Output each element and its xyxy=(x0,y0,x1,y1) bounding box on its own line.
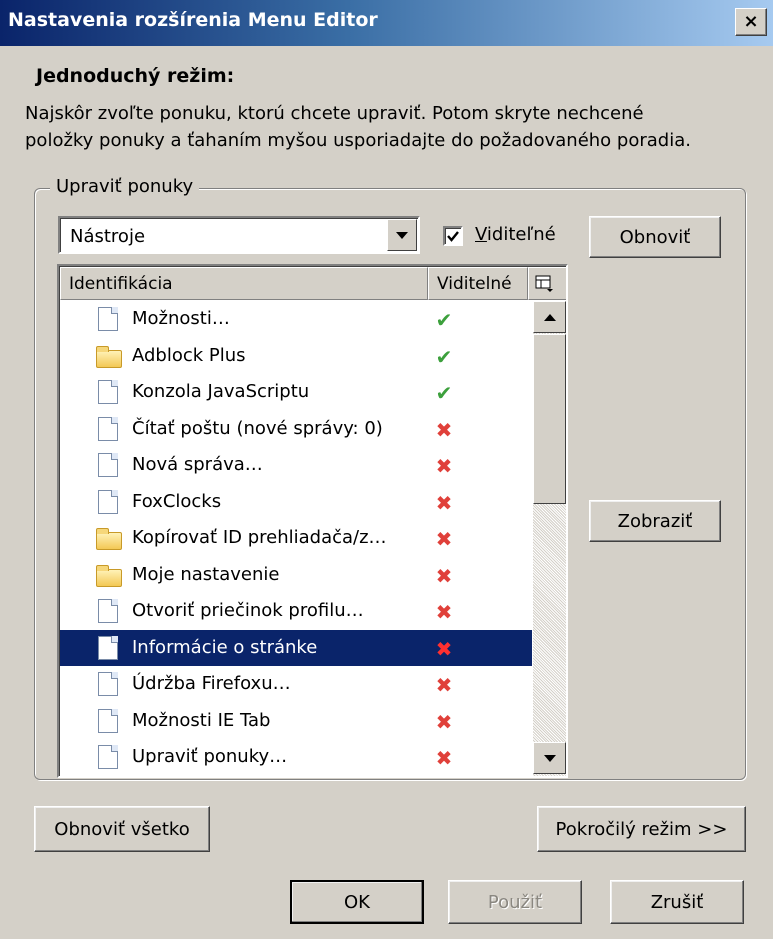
visible-checkbox-label-rest: iditeľné xyxy=(486,224,556,245)
close-button[interactable]: × xyxy=(735,8,767,36)
list-item[interactable]: Možnosti… ✔ xyxy=(60,301,532,338)
list-item-label: Údržba Firefoxu… xyxy=(132,673,291,694)
list-item[interactable]: Kopírovať ID prehliadača/z… ✖ xyxy=(60,520,532,557)
hidden-cross-icon[interactable]: ✖ xyxy=(430,527,458,551)
arrow-down-icon xyxy=(543,754,556,762)
document-icon xyxy=(96,380,120,406)
hidden-cross-icon[interactable]: ✖ xyxy=(430,746,458,770)
title-bar[interactable]: Nastavenia rozšírenia Menu Editor × xyxy=(0,0,773,46)
scrollbar-thumb[interactable] xyxy=(533,334,566,504)
dropdown-arrow-button[interactable] xyxy=(387,219,417,251)
scroll-up-button[interactable] xyxy=(533,301,566,333)
checkmark-icon xyxy=(447,231,459,242)
list-item-label: Čítať poštu (nové správy: 0) xyxy=(132,417,383,439)
visible-check-icon[interactable]: ✔ xyxy=(430,381,458,405)
visible-check-icon[interactable]: ✔ xyxy=(430,308,458,332)
list-item-label: Adblock Plus xyxy=(132,344,246,366)
window-title: Nastavenia rozšírenia Menu Editor xyxy=(8,9,378,31)
ok-button[interactable]: OK xyxy=(290,880,424,924)
document-icon xyxy=(96,635,120,662)
instructions-line-1: Najskôr zvoľte ponuku, ktorú chcete upra… xyxy=(25,103,644,124)
scroll-down-button[interactable] xyxy=(533,742,566,774)
hidden-cross-icon[interactable]: ✖ xyxy=(430,600,458,624)
document-icon xyxy=(96,672,120,698)
instructions-text: Najskôr zvoľte ponuku, ktorú chcete upra… xyxy=(25,100,760,154)
list-item-label: Moje nastavenie xyxy=(132,563,280,585)
show-button-label: Zobraziť xyxy=(617,510,693,532)
reset-all-button-label: Obnoviť všetko xyxy=(54,818,190,840)
group-legend: Upraviť ponuky xyxy=(50,176,200,197)
list-item[interactable]: Konzola JavaScriptu ✔ xyxy=(60,374,532,411)
advanced-mode-button[interactable]: Pokročilý režim >> xyxy=(537,806,746,852)
apply-button[interactable]: Použiť xyxy=(448,880,582,924)
visible-checkbox-label[interactable]: Viditeľné xyxy=(475,224,556,245)
hidden-cross-icon[interactable]: ✖ xyxy=(430,491,458,515)
refresh-button-label: Obnoviť xyxy=(619,226,691,248)
list-header: Identifikácia Viditelné xyxy=(60,267,566,300)
document-icon xyxy=(96,489,120,516)
hidden-cross-icon[interactable]: ✖ xyxy=(430,637,458,661)
document-icon xyxy=(96,416,120,443)
chevron-down-icon xyxy=(396,231,408,239)
column-header-visible-label: Viditelné xyxy=(437,273,512,294)
list-item[interactable]: Možnosti IE Tab ✖ xyxy=(60,703,532,740)
list-item[interactable]: Informácie o stránke ✖ xyxy=(60,629,532,666)
column-picker-icon xyxy=(535,275,553,292)
column-picker-button[interactable] xyxy=(528,267,566,300)
document-icon xyxy=(96,708,120,735)
close-icon: × xyxy=(743,11,759,32)
document-icon xyxy=(96,307,120,333)
folder-icon xyxy=(96,563,122,589)
document-icon xyxy=(96,599,120,625)
cancel-button[interactable]: Zrušiť xyxy=(610,880,744,924)
menu-items-list[interactable]: Identifikácia Viditelné Možnosti… ✔ Adbloc… xyxy=(57,264,568,778)
list-item[interactable]: Otvoriť priečinok profilu… ✖ xyxy=(60,593,532,630)
list-item-label: Otvoriť priečinok profilu… xyxy=(132,600,364,621)
column-header-identification[interactable]: Identifikácia xyxy=(60,267,428,300)
document-icon xyxy=(96,453,120,479)
list-item[interactable]: Upraviť ponuky… ✖ xyxy=(60,739,532,776)
hidden-cross-icon[interactable]: ✖ xyxy=(430,673,458,697)
apply-button-label: Použiť xyxy=(487,891,543,913)
list-rows: Možnosti… ✔ Adblock Plus ✔ Konzola JavaScrip… xyxy=(60,301,532,776)
list-item-label: Informácie o stránke xyxy=(132,636,318,658)
list-item[interactable]: Adblock Plus ✔ xyxy=(60,338,532,375)
list-item-label: FoxClocks xyxy=(132,490,222,512)
list-item-label: Konzola JavaScriptu xyxy=(132,381,310,402)
list-item[interactable]: Nová správa… ✖ xyxy=(60,447,532,484)
show-button[interactable]: Zobraziť xyxy=(589,500,721,542)
instructions-line-2: položky ponuky a ťahaním myšou usporiada… xyxy=(25,130,691,151)
cancel-button-label: Zrušiť xyxy=(650,891,704,913)
hidden-cross-icon[interactable]: ✖ xyxy=(430,418,458,442)
list-item[interactable]: Moje nastavenie ✖ xyxy=(60,557,532,594)
vertical-scrollbar[interactable] xyxy=(533,301,566,776)
advanced-mode-button-label: Pokročilý režim >> xyxy=(555,818,728,840)
menu-select[interactable]: Nástroje xyxy=(58,216,420,254)
column-header-visible[interactable]: Viditelné xyxy=(428,267,528,300)
hidden-cross-icon[interactable]: ✖ xyxy=(430,564,458,588)
list-item-label: Možnosti IE Tab xyxy=(132,709,271,731)
list-item-label: Kopírovať ID prehliadača/z… xyxy=(132,527,387,548)
reset-all-button[interactable]: Obnoviť všetko xyxy=(34,806,210,852)
refresh-button[interactable]: Obnoviť xyxy=(589,216,721,258)
ok-button-label: OK xyxy=(344,891,370,913)
mode-heading: Jednoduchý režim: xyxy=(36,65,235,87)
visible-check-icon[interactable]: ✔ xyxy=(430,345,458,369)
list-item[interactable]: Údržba Firefoxu… ✖ xyxy=(60,666,532,703)
list-item-label: Nová správa… xyxy=(132,454,263,475)
hidden-cross-icon[interactable]: ✖ xyxy=(430,710,458,734)
list-item-label: Upraviť ponuky… xyxy=(132,746,288,767)
visible-checkbox[interactable] xyxy=(443,226,463,246)
hidden-cross-icon[interactable]: ✖ xyxy=(430,454,458,478)
folder-icon xyxy=(96,526,122,552)
list-item[interactable]: Čítať poštu (nové správy: 0) ✖ xyxy=(60,411,532,448)
arrow-up-icon xyxy=(543,313,556,321)
menu-select-value: Nástroje xyxy=(70,226,146,247)
folder-icon xyxy=(96,344,122,370)
document-icon xyxy=(96,745,120,771)
list-item-label: Možnosti… xyxy=(132,308,230,329)
list-item[interactable]: FoxClocks ✖ xyxy=(60,484,532,521)
column-header-identification-label: Identifikácia xyxy=(69,273,173,294)
